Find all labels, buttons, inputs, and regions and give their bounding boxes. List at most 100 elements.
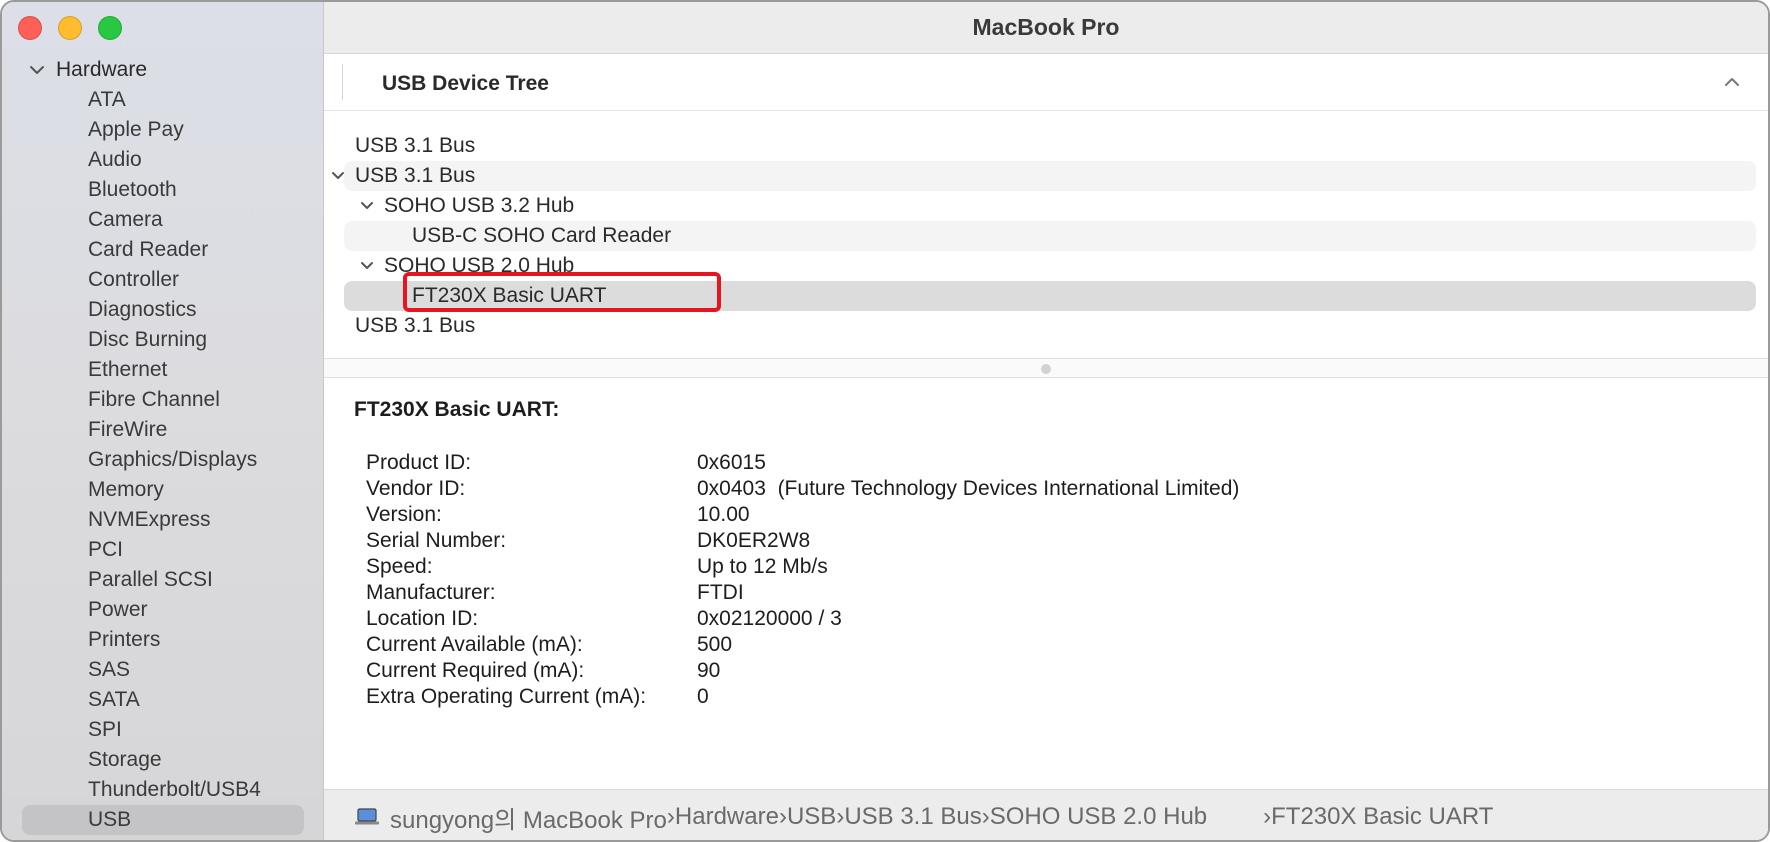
sidebar-item-card-reader[interactable]: Card Reader [2, 235, 324, 265]
splitter-handle[interactable] [1041, 364, 1051, 374]
sidebar-item-nvmexpress[interactable]: NVMExpress [2, 505, 324, 535]
tree-row[interactable]: USB 3.1 Bus [332, 161, 1756, 191]
sidebar-item-printers[interactable]: Printers [2, 625, 324, 655]
property-row: Current Required (mA): 90 [366, 658, 1239, 684]
sidebar-item-parallel-scsi[interactable]: Parallel SCSI [2, 565, 324, 595]
title-bar: MacBook Pro [324, 2, 1768, 54]
tree-row-label: USB 3.1 Bus [355, 314, 476, 337]
property-row: Manufacturer: FTDI [366, 580, 1239, 606]
property-row: Serial Number: DK0ER2W8 [366, 528, 1239, 554]
sidebar-item-ethernet[interactable]: Ethernet [2, 355, 324, 385]
tree-row-label: FT230X Basic UART [412, 284, 607, 307]
tree-row[interactable]: FT230X Basic UART [344, 281, 1756, 311]
property-row: Extra Operating Current (mA): 0 [366, 684, 1239, 710]
chevron-down-icon[interactable] [358, 197, 376, 215]
property-key: Current Required (mA): [366, 659, 585, 682]
breadcrumb-item[interactable]: SOHO USB 2.0 Hub [990, 803, 1207, 831]
property-key: Current Available (mA): [366, 633, 583, 656]
tree-header: USB Device Tree [324, 54, 1768, 111]
property-row: Vendor ID: 0x0403 (Future Technology Devi… [366, 476, 1239, 502]
sidebar-item-ata[interactable]: ATA [2, 85, 324, 115]
property-value: 90 [697, 659, 721, 682]
zoom-button[interactable] [98, 16, 122, 40]
chevron-right-icon: › [981, 803, 990, 830]
tree-row-label: SOHO USB 2.0 Hub [384, 254, 575, 277]
sidebar-item-storage[interactable]: Storage [2, 745, 324, 775]
window-title: MacBook Pro [972, 14, 1120, 40]
breadcrumb-item[interactable]: FT230X Basic UART [1271, 803, 1493, 831]
system-information-window: Hardware ATA Apple Pay Audio Bluetooth Camer… [0, 0, 1770, 842]
tree-row[interactable]: USB-C SOHO Card Reader [344, 221, 1756, 251]
sidebar-item-audio[interactable]: Audio [2, 145, 324, 175]
main-pane: MacBook Pro USB Device Tree USB 3.1 Bus U… [324, 2, 1768, 840]
sidebar-item-fibre-channel[interactable]: Fibre Channel [2, 385, 324, 415]
property-key: Extra Operating Current (mA): [366, 685, 647, 708]
sidebar-item-power[interactable]: Power [2, 595, 324, 625]
chevron-right-icon: › [1263, 803, 1272, 830]
chevron-right-icon: › [666, 803, 675, 830]
sidebar-item-apple-pay[interactable]: Apple Pay [2, 115, 324, 145]
chevron-up-icon[interactable] [1722, 72, 1742, 92]
tree-row[interactable]: USB 3.1 Bus [344, 131, 1756, 161]
detail-title: FT230X Basic UART: [354, 398, 560, 421]
chevron-right-icon: › [836, 803, 845, 830]
tree-row-label: SOHO USB 3.2 Hub [384, 194, 575, 217]
sidebar-item-diagnostics[interactable]: Diagnostics [2, 295, 324, 325]
breadcrumb-item[interactable]: sungyong의 MacBook Pro [390, 800, 667, 835]
sidebar-item-graphics-displays[interactable]: Graphics/Displays [2, 445, 324, 475]
sidebar-item-usb[interactable]: USB [22, 805, 304, 835]
sidebar: Hardware ATA Apple Pay Audio Bluetooth Camer… [2, 2, 324, 840]
breadcrumb: sungyong의 MacBook Pro › Hardware › USB › USB 3… [324, 789, 1768, 840]
header-divider [342, 64, 343, 100]
sidebar-item-sas[interactable]: SAS [2, 655, 324, 685]
property-key: Speed: [366, 555, 433, 578]
breadcrumb-item[interactable]: Hardware [675, 803, 779, 831]
breadcrumb-item[interactable]: USB [787, 803, 836, 831]
chevron-down-icon[interactable] [358, 257, 376, 275]
property-key: Vendor ID: [366, 477, 466, 500]
sidebar-item-firewire[interactable]: FireWire [2, 415, 324, 445]
minimize-button[interactable] [58, 16, 82, 40]
sidebar-item-controller[interactable]: Controller [2, 265, 324, 295]
property-value: 0 [697, 685, 709, 708]
detail-panel: FT230X Basic UART: Product ID: 0x6015 Vend… [354, 398, 1748, 708]
tree-row[interactable]: SOHO USB 3.2 Hub [344, 191, 1756, 221]
chevron-down-icon[interactable] [28, 61, 46, 79]
close-button[interactable] [18, 16, 42, 40]
property-list: Product ID: 0x6015 Vendor ID: 0x0403 (Futur… [366, 450, 1239, 710]
sidebar-item-thunderbolt-usb4[interactable]: Thunderbolt/USB4 [2, 775, 324, 805]
breadcrumb-item[interactable]: USB 3.1 Bus [844, 803, 981, 831]
property-key: Serial Number: [366, 529, 507, 552]
pane-splitter[interactable] [324, 358, 1768, 378]
tree-row[interactable]: USB 3.1 Bus [344, 311, 1756, 341]
tree-row[interactable]: SOHO USB 2.0 Hub [344, 251, 1756, 281]
sidebar-item-memory[interactable]: Memory [2, 475, 324, 505]
property-key: Manufacturer: [366, 581, 496, 604]
property-value: 10.00 [697, 503, 750, 526]
sidebar-section-hardware[interactable]: Hardware [28, 58, 147, 82]
sidebar-item-camera[interactable]: Camera [2, 205, 324, 235]
tree-row-label: USB 3.1 Bus [355, 164, 476, 187]
property-row: Speed: Up to 12 Mb/s [366, 554, 1239, 580]
chevron-down-icon[interactable] [329, 167, 347, 185]
sidebar-list: ATA Apple Pay Audio Bluetooth Camera Card Rea… [2, 85, 324, 835]
sidebar-section-label: Hardware [56, 58, 148, 81]
property-key: Location ID: [366, 607, 479, 630]
sidebar-item-disc-burning[interactable]: Disc Burning [2, 325, 324, 355]
chevron-right-icon: › [778, 803, 787, 830]
property-value: 500 [697, 633, 733, 656]
property-row: Version: 10.00 [366, 502, 1239, 528]
property-key: Product ID: [366, 451, 472, 474]
tree-header-label: USB Device Tree [382, 72, 549, 95]
usb-device-tree: USB 3.1 Bus USB 3.1 Bus SOHO USB 3.2 Hub US… [332, 131, 1756, 341]
property-key: Version: [366, 503, 442, 526]
sidebar-item-sata[interactable]: SATA [2, 685, 324, 715]
sidebar-item-pci[interactable]: PCI [2, 535, 324, 565]
window-controls [18, 16, 122, 40]
property-value: 0x02120000 / 3 [697, 607, 842, 630]
property-row: Product ID: 0x6015 [366, 450, 1239, 476]
sidebar-item-bluetooth[interactable]: Bluetooth [2, 175, 324, 205]
property-value: 0x6015 [697, 451, 766, 474]
sidebar-item-spi[interactable]: SPI [2, 715, 324, 745]
laptop-icon [354, 807, 380, 827]
